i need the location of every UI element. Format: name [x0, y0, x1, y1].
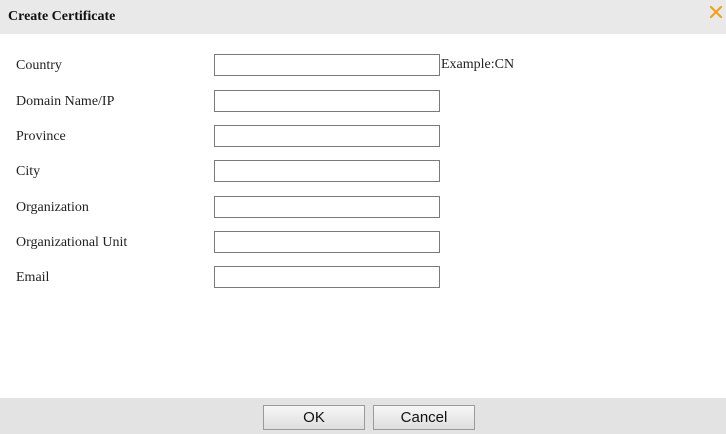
domain-name-ip-label: Domain Name/IP	[16, 94, 115, 109]
cancel-button[interactable]: Cancel	[373, 405, 475, 430]
city-input[interactable]	[214, 160, 440, 182]
field-row-province: Province	[0, 125, 726, 149]
create-certificate-dialog: Create Certificate Country Example:CN Do…	[0, 0, 726, 434]
domain-name-ip-input[interactable]	[214, 90, 440, 112]
dialog-titlebar: Create Certificate	[0, 0, 726, 34]
country-example-hint: Example:CN	[441, 57, 515, 72]
dialog-title: Create Certificate	[8, 9, 116, 24]
field-row-city: City	[0, 160, 726, 184]
email-label: Email	[16, 270, 50, 285]
ok-button[interactable]: OK	[263, 405, 365, 430]
city-label: City	[16, 164, 41, 179]
field-row-organization: Organization	[0, 196, 726, 220]
organization-input[interactable]	[214, 196, 440, 218]
field-row-domain: Domain Name/IP	[0, 90, 726, 114]
field-row-email: Email	[0, 266, 726, 290]
country-input[interactable]	[214, 54, 440, 76]
province-input[interactable]	[214, 125, 440, 147]
organizational-unit-input[interactable]	[214, 231, 440, 253]
organizational-unit-label: Organizational Unit	[16, 235, 128, 250]
organization-label: Organization	[16, 200, 89, 215]
country-label: Country	[16, 58, 62, 73]
email-input[interactable]	[214, 266, 440, 288]
close-icon[interactable]	[708, 4, 724, 20]
province-label: Province	[16, 129, 66, 144]
field-row-organizational-unit: Organizational Unit	[0, 231, 726, 255]
field-row-country: Country Example:CN	[0, 54, 726, 78]
dialog-footer: OK Cancel	[0, 398, 726, 434]
